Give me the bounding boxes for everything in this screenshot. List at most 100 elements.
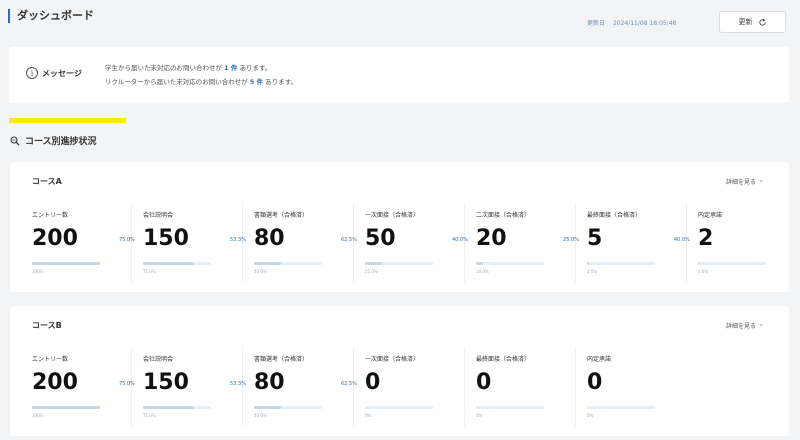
stage-column: 最終面接（合格済） 5 2.5%	[587, 196, 667, 286]
stage-value: 50	[365, 226, 396, 251]
stage-progress-fill	[587, 262, 589, 265]
section-title: コース別進捗状況	[10, 134, 97, 147]
stage-value: 200	[32, 226, 78, 251]
course-name: コースA	[32, 177, 62, 186]
stage-progress-bar	[32, 406, 100, 409]
page-title: ダッシュボード	[17, 9, 94, 22]
stage-rate: 75.0%	[143, 269, 156, 274]
stage-progress-fill	[143, 406, 194, 409]
stage-progress-bar	[143, 406, 211, 409]
conversion-rate: 25.0%	[563, 237, 579, 243]
conversion-rate: 75.0%	[119, 237, 135, 243]
stage-column: 最終面接（合格済） 0 0%	[476, 340, 556, 430]
stage-rate: 0%	[476, 413, 483, 418]
stage-progress-bar	[587, 262, 655, 265]
message-text: リクルーターから届いた未対応のお問い合わせが	[105, 78, 248, 86]
stage-progress-bar	[143, 262, 211, 265]
stage-column: 書類選考（合格済） 80 40.0%	[254, 196, 334, 286]
detail-link[interactable]: 詳細を見る ›	[726, 321, 762, 330]
stage-rate: 100%	[32, 413, 44, 418]
stage-column: 会社説明会 150 75.0%	[143, 340, 223, 430]
stage-column: 内定承諾 0 0%	[587, 340, 667, 430]
stage-divider	[575, 346, 576, 426]
stage-column: 一次面接（合格済） 0 0%	[365, 340, 445, 430]
message-card: i メッセージ 学生から届いた未対応のお問い合わせが 1 件 あります。 リクル…	[9, 47, 789, 103]
stage-rate: 1.0%	[698, 269, 709, 274]
student-inquiry-count[interactable]: 1 件	[224, 64, 237, 72]
last-updated: 更新日 2024/11/08 18:05:48	[587, 18, 676, 27]
stage-value: 80	[254, 226, 285, 251]
page-header: ダッシュボード 更新日 2024/11/08 18:05:48 更新	[0, 0, 800, 40]
stage-rate: 2.5%	[587, 269, 598, 274]
stage-label: 書類選考（合格済）	[254, 356, 309, 363]
stage-divider	[464, 346, 465, 426]
stage-progress-bar	[587, 406, 655, 409]
stage-rate: 40.0%	[254, 413, 267, 418]
message-line-recruiters: リクルーターから届いた未対応のお問い合わせが 5 件 あります。	[105, 76, 297, 86]
detail-link-label: 詳細を見る	[726, 323, 757, 330]
stage-progress-fill	[143, 262, 194, 265]
stage-rate: 25.0%	[365, 269, 378, 274]
stage-rate: 40.0%	[254, 269, 267, 274]
stage-label: 内定承諾	[587, 356, 612, 363]
course-name: コースB	[32, 321, 62, 330]
stage-rate: 75.0%	[143, 413, 156, 418]
updated-value: 2024/11/08 18:05:48	[612, 20, 677, 27]
section-title-label: コース別進捗状況	[25, 137, 97, 147]
stage-value: 0	[365, 370, 381, 395]
stage-progress-bar	[254, 406, 322, 409]
stage-value: 2	[698, 226, 714, 251]
conversion-rate: 53.3%	[230, 237, 246, 243]
stage-label: 会社説明会	[143, 356, 174, 363]
refresh-button[interactable]: 更新	[719, 11, 786, 33]
course-card-a: コースA 詳細を見る › エントリー数 200 100% 会社説明会 150 75.0% 書類…	[10, 162, 789, 292]
message-text: あります。	[239, 64, 272, 72]
stage-progress-fill	[698, 262, 699, 265]
stage-progress-fill	[476, 262, 483, 265]
info-icon: i	[26, 67, 38, 79]
stage-value: 80	[254, 370, 285, 395]
stage-column: 内定承諾 2 1.0%	[698, 196, 778, 286]
stage-label: 二次面接（合格済）	[476, 212, 531, 219]
stage-label: エントリー数	[32, 356, 69, 363]
message-label: メッセージ	[42, 69, 82, 78]
conversion-rate: 40.0%	[674, 237, 690, 243]
course-card-b: コースB 詳細を見る › エントリー数 200 100% 会社説明会 150 75.0% 書類…	[10, 306, 789, 436]
conversion-rate: 53.3%	[230, 381, 246, 387]
stage-progress-bar	[32, 262, 100, 265]
refresh-label: 更新	[738, 18, 753, 26]
conversion-rate: 75.0%	[119, 381, 135, 387]
stage-label: エントリー数	[32, 212, 69, 219]
stage-label: 最終面接（合格済）	[587, 212, 642, 219]
stage-value: 5	[587, 226, 603, 251]
stage-value: 200	[32, 370, 78, 395]
stage-progress-fill	[254, 262, 282, 265]
stage-value: 20	[476, 226, 507, 251]
detail-link-label: 詳細を見る	[726, 179, 757, 186]
stage-rate: 0%	[587, 413, 594, 418]
stage-progress-bar	[254, 262, 322, 265]
stage-column: 一次面接（合格済） 50 25.0%	[365, 196, 445, 286]
stage-rate: 100%	[32, 269, 44, 274]
stage-column: エントリー数 200 100%	[32, 340, 112, 430]
stage-progress-fill	[365, 262, 382, 265]
detail-link[interactable]: 詳細を見る ›	[726, 177, 762, 186]
stage-rate: 0%	[365, 413, 372, 418]
message-text: あります。	[265, 78, 298, 86]
stage-progress-bar	[476, 262, 544, 265]
stage-progress-bar	[698, 262, 766, 265]
stage-value: 0	[587, 370, 603, 395]
message-text: 学生から届いた未対応のお問い合わせが	[105, 64, 222, 72]
stage-progress-bar	[476, 406, 544, 409]
stage-column: エントリー数 200 100%	[32, 196, 112, 286]
stage-label: 会社説明会	[143, 212, 174, 219]
stage-column: 書類選考（合格済） 80 40.0%	[254, 340, 334, 430]
stage-progress-fill	[32, 262, 100, 265]
stage-progress-bar	[365, 406, 433, 409]
stage-value: 150	[143, 226, 189, 251]
chevron-right-icon: ›	[760, 178, 763, 185]
highlight-bar	[9, 118, 126, 123]
title-accent-bar	[8, 9, 10, 23]
recruiter-inquiry-count[interactable]: 5 件	[250, 78, 263, 86]
message-line-students: 学生から届いた未対応のお問い合わせが 1 件 あります。	[105, 62, 271, 72]
